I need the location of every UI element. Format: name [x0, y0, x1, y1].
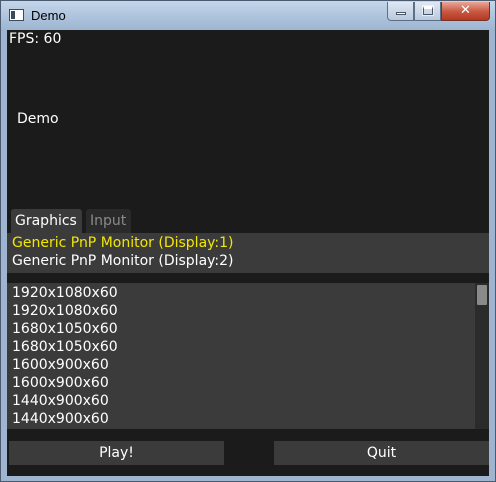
monitor-item-display-2[interactable]: Generic PnP Monitor (Display:2)	[12, 253, 234, 270]
monitor-item-display-1[interactable]: Generic PnP Monitor (Display:1)	[12, 235, 234, 252]
window-controls: ✕	[387, 2, 490, 21]
resolution-item[interactable]: 1600x900x60	[12, 357, 109, 374]
fps-counter: FPS: 60	[9, 31, 62, 47]
app-window: Demo ✕ FPS: 60 Demo Graphics Input Gener…	[0, 0, 496, 482]
minimize-button[interactable]	[387, 2, 414, 21]
resolution-list: 1920x1080x60 1920x1080x60 1680x1050x60 1…	[7, 283, 489, 429]
demo-label: Demo	[17, 111, 59, 127]
minimize-icon	[396, 12, 406, 15]
tab-input[interactable]: Input	[86, 209, 131, 234]
resolution-item[interactable]: 1600x900x60	[12, 375, 109, 392]
close-icon: ✕	[460, 3, 471, 18]
play-button[interactable]: Play!	[9, 441, 224, 465]
resolution-item[interactable]: 1680x1050x60	[12, 321, 118, 338]
tab-graphics[interactable]: Graphics	[11, 209, 82, 234]
resolution-item[interactable]: 1440x900x60	[12, 393, 109, 410]
monitor-list: Generic PnP Monitor (Display:1) Generic …	[7, 233, 489, 273]
window-title: Demo	[31, 8, 66, 23]
scrollbar-thumb[interactable]	[477, 285, 487, 305]
client-area: FPS: 60 Demo Graphics Input Generic PnP …	[7, 30, 489, 476]
resolution-item[interactable]: 1920x1080x60	[12, 285, 118, 302]
resolution-item[interactable]: 1680x1050x60	[12, 339, 118, 356]
resolution-scrollbar[interactable]	[475, 283, 489, 429]
resolution-item[interactable]: 1920x1080x60	[12, 303, 118, 320]
quit-button[interactable]: Quit	[274, 441, 489, 465]
app-window-icon[interactable]	[9, 9, 24, 21]
close-button[interactable]: ✕	[441, 2, 490, 21]
maximize-icon	[422, 5, 434, 16]
maximize-button[interactable]	[414, 2, 441, 21]
resolution-item[interactable]: 1440x900x60	[12, 411, 109, 428]
title-bar[interactable]: Demo ✕	[1, 1, 495, 31]
